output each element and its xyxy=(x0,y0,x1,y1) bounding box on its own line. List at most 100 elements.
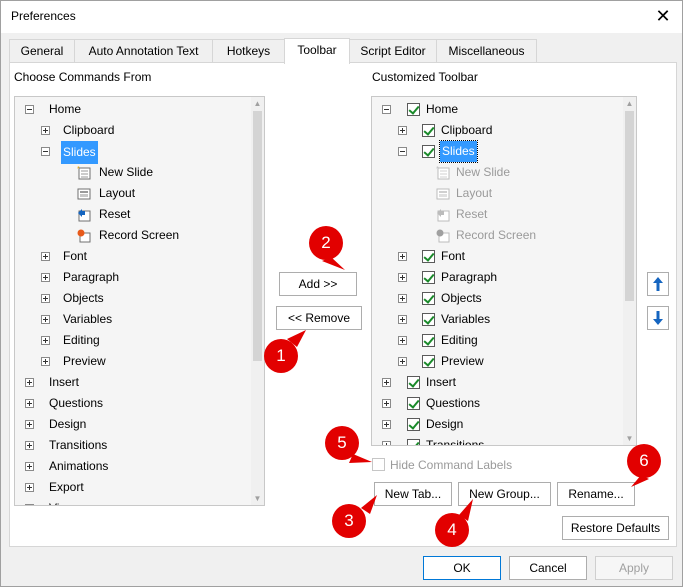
move-up-button[interactable] xyxy=(647,272,669,296)
apply-button[interactable]: Apply xyxy=(595,556,673,580)
expand-icon[interactable] xyxy=(382,399,391,408)
hide-command-labels-checkbox[interactable] xyxy=(372,458,385,471)
scroll-thumb[interactable] xyxy=(625,111,634,301)
expand-icon[interactable] xyxy=(398,126,407,135)
tree-item[interactable]: Questions xyxy=(49,393,103,414)
expand-icon[interactable] xyxy=(398,357,407,366)
tree-item-selected[interactable]: Slides xyxy=(439,140,478,163)
tree-item[interactable]: Reset xyxy=(99,204,130,225)
checkbox[interactable] xyxy=(407,103,420,116)
expand-icon[interactable] xyxy=(25,441,34,450)
tree-item[interactable]: Export xyxy=(49,477,84,498)
right-scrollbar[interactable]: ▲ ▼ xyxy=(623,97,636,445)
expand-icon[interactable] xyxy=(25,399,34,408)
expand-icon[interactable] xyxy=(25,504,34,505)
tab-hotkeys[interactable]: Hotkeys xyxy=(212,39,285,63)
checkbox[interactable] xyxy=(422,313,435,326)
tree-item[interactable]: Variables xyxy=(63,309,112,330)
restore-defaults-button[interactable]: Restore Defaults xyxy=(562,516,669,540)
tree-item[interactable]: Font xyxy=(63,246,87,267)
tree-item[interactable]: Objects xyxy=(63,288,104,309)
expand-icon[interactable] xyxy=(41,336,50,345)
tree-item[interactable]: Layout xyxy=(99,183,135,204)
tree-item-selected[interactable]: Slides xyxy=(61,141,98,164)
tree-item[interactable]: Transitions xyxy=(426,435,484,445)
expand-icon[interactable] xyxy=(382,441,391,445)
tab-script-editor[interactable]: Script Editor xyxy=(349,39,437,63)
collapse-icon[interactable] xyxy=(25,105,34,114)
tree-item[interactable]: Variables xyxy=(441,309,490,330)
expand-icon[interactable] xyxy=(41,357,50,366)
tree-item[interactable]: New Slide xyxy=(99,162,153,183)
expand-icon[interactable] xyxy=(41,273,50,282)
collapse-icon[interactable] xyxy=(398,147,407,156)
scroll-down-icon[interactable]: ▼ xyxy=(623,432,636,445)
tree-item[interactable]: View xyxy=(49,498,75,505)
expand-icon[interactable] xyxy=(398,336,407,345)
tree-item[interactable]: Objects xyxy=(441,288,482,309)
tree-item[interactable]: Clipboard xyxy=(63,120,114,141)
expand-icon[interactable] xyxy=(398,294,407,303)
new-tab-button[interactable]: New Tab... xyxy=(374,482,452,506)
new-group-button[interactable]: New Group... xyxy=(458,482,551,506)
collapse-icon[interactable] xyxy=(382,105,391,114)
expand-icon[interactable] xyxy=(41,126,50,135)
checkbox[interactable] xyxy=(407,376,420,389)
checkbox[interactable] xyxy=(422,271,435,284)
expand-icon[interactable] xyxy=(382,378,391,387)
collapse-icon[interactable] xyxy=(41,147,50,156)
expand-icon[interactable] xyxy=(382,420,391,429)
tree-item[interactable]: Paragraph xyxy=(441,267,497,288)
customized-toolbar-tree[interactable]: Home Clipboard Slides * New Slide Layout… xyxy=(371,96,637,446)
checkbox[interactable] xyxy=(422,145,435,158)
tree-item[interactable]: Record Screen xyxy=(99,225,179,246)
add-button[interactable]: Add >> xyxy=(279,272,357,296)
close-icon[interactable]: ✕ xyxy=(652,5,674,27)
tree-item[interactable]: Design xyxy=(426,414,463,435)
expand-icon[interactable] xyxy=(41,294,50,303)
commands-tree[interactable]: Home Clipboard Slides * New Slide Layout… xyxy=(14,96,265,506)
expand-icon[interactable] xyxy=(25,483,34,492)
tree-item[interactable]: Design xyxy=(49,414,86,435)
move-down-button[interactable] xyxy=(647,306,669,330)
expand-icon[interactable] xyxy=(41,315,50,324)
checkbox[interactable] xyxy=(422,355,435,368)
tree-item[interactable]: Paragraph xyxy=(63,267,119,288)
checkbox[interactable] xyxy=(407,397,420,410)
left-scrollbar[interactable]: ▲ ▼ xyxy=(251,97,264,505)
expand-icon[interactable] xyxy=(398,273,407,282)
scroll-up-icon[interactable]: ▲ xyxy=(251,97,264,110)
tree-item[interactable]: Preview xyxy=(63,351,106,372)
checkbox[interactable] xyxy=(422,334,435,347)
tab-miscellaneous[interactable]: Miscellaneous xyxy=(436,39,537,63)
expand-icon[interactable] xyxy=(25,462,34,471)
tree-item[interactable]: Home xyxy=(49,99,81,120)
tree-item[interactable]: Editing xyxy=(441,330,478,351)
scroll-thumb[interactable] xyxy=(253,111,262,361)
tree-item[interactable]: Preview xyxy=(441,351,484,372)
tab-auto-annotation-text[interactable]: Auto Annotation Text xyxy=(74,39,213,63)
tree-item[interactable]: Clipboard xyxy=(441,120,492,141)
rename-button[interactable]: Rename... xyxy=(557,482,635,506)
tree-item[interactable]: Animations xyxy=(49,456,108,477)
ok-button[interactable]: OK xyxy=(423,556,501,580)
checkbox[interactable] xyxy=(407,418,420,431)
checkbox[interactable] xyxy=(407,439,420,445)
tree-item[interactable]: Questions xyxy=(426,393,480,414)
tree-item[interactable]: Insert xyxy=(49,372,79,393)
tree-item[interactable]: Editing xyxy=(63,330,100,351)
tree-item[interactable]: Transitions xyxy=(49,435,107,456)
remove-button[interactable]: << Remove xyxy=(276,306,362,330)
tree-item[interactable]: Insert xyxy=(426,372,456,393)
tab-general[interactable]: General xyxy=(9,39,75,63)
scroll-up-icon[interactable]: ▲ xyxy=(623,97,636,110)
checkbox[interactable] xyxy=(422,250,435,263)
expand-icon[interactable] xyxy=(25,378,34,387)
checkbox[interactable] xyxy=(422,292,435,305)
expand-icon[interactable] xyxy=(25,420,34,429)
tree-item[interactable]: Home xyxy=(426,99,458,120)
cancel-button[interactable]: Cancel xyxy=(509,556,587,580)
tree-item[interactable]: Font xyxy=(441,246,465,267)
expand-icon[interactable] xyxy=(41,252,50,261)
expand-icon[interactable] xyxy=(398,252,407,261)
